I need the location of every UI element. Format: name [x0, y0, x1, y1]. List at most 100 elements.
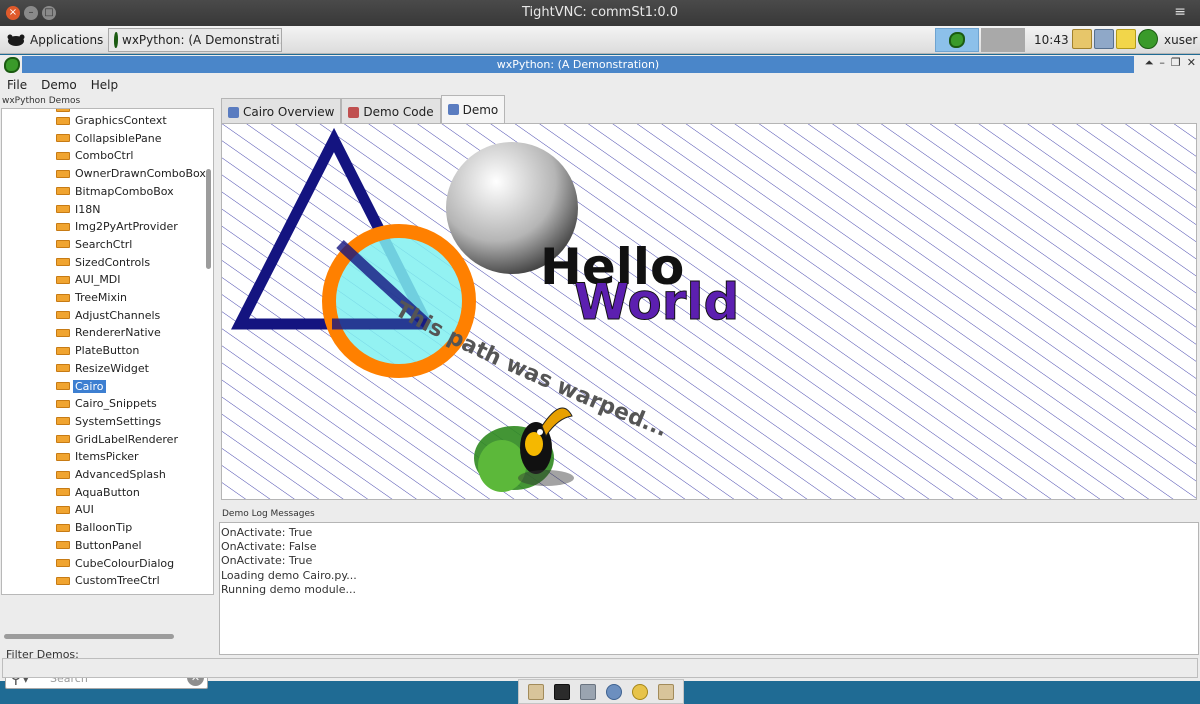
new-badge-icon	[56, 452, 70, 461]
show-desktop-icon[interactable]	[528, 683, 544, 700]
log-line: OnActivate: True	[221, 554, 313, 568]
tree-horizontal-scrollbar[interactable]	[4, 634, 174, 639]
tree-item-label: AUI_MDI	[75, 273, 121, 287]
tab-label: Demo Code	[363, 105, 434, 119]
folder-icon[interactable]	[658, 683, 674, 700]
app-titlebar: wxPython: (A Demonstration) ⏶ – ❐ ✕	[0, 55, 1200, 74]
new-badge-icon	[56, 293, 70, 302]
web-browser-icon[interactable]	[606, 683, 622, 700]
demo-notebook: Cairo Overview Demo Code Demo Hello Worl…	[219, 95, 1199, 501]
workspace-2[interactable]	[981, 28, 1025, 52]
tree-item-label: AUI	[75, 503, 94, 517]
wxpython-tray-icon[interactable]	[1138, 29, 1158, 49]
tree-item[interactable]: ResizeWidget	[56, 360, 151, 377]
tree-item[interactable]: CollapsiblePane	[56, 130, 163, 147]
tree-item[interactable]: CustomTreeCtrl	[56, 572, 162, 589]
tab-demo-code[interactable]: Demo Code	[341, 98, 441, 125]
new-badge-icon	[56, 488, 70, 497]
clipboard-icon[interactable]	[1072, 29, 1092, 49]
log-caption: Demo Log Messages	[222, 509, 315, 519]
tree-item[interactable]: I18N	[56, 201, 102, 218]
tree-item[interactable]: RendererNative	[56, 324, 163, 341]
tree-item[interactable]: AdjustChannels	[56, 307, 162, 324]
tree-item-label: Img2PyArtProvider	[75, 220, 178, 234]
vnc-title: TightVNC: commSt1:0.0	[521, 5, 679, 20]
tree-item[interactable]: AdvancedSplash	[56, 466, 168, 483]
new-badge-icon	[56, 258, 70, 267]
log-pane: Demo Log Messages OnActivate: True OnActi…	[219, 507, 1199, 655]
demo-tree[interactable]: GraphicsContext CollapsiblePane ComboCtrl O…	[1, 108, 214, 595]
vnc-menu-icon[interactable]: ≡	[1174, 4, 1186, 20]
tree-item[interactable]: PlateButton	[56, 342, 141, 359]
mail-icon[interactable]	[1116, 29, 1136, 49]
log-line: OnActivate: True	[221, 526, 313, 539]
tree-item-label: RendererNative	[75, 326, 161, 340]
new-badge-icon	[56, 311, 70, 320]
tree-vertical-scrollbar[interactable]	[206, 169, 211, 269]
log-line: OnActivate: False	[221, 540, 317, 554]
tree-item[interactable]: ComboCtrl	[56, 147, 135, 164]
tree-item[interactable]: BitmapComboBox	[56, 183, 176, 200]
tree-item-label: ResizeWidget	[75, 361, 149, 375]
new-badge-icon	[56, 109, 70, 112]
vnc-titlebar: × – □ TightVNC: commSt1:0.0 ≡	[0, 0, 1200, 26]
tree-item[interactable]: Img2PyArtProvider	[56, 218, 180, 235]
tree-item[interactable]: SearchCtrl	[56, 236, 134, 253]
tree-item[interactable]: SizedControls	[56, 254, 152, 271]
new-badge-icon	[56, 134, 70, 143]
new-badge-icon	[56, 417, 70, 426]
tree-item[interactable]: CubeColourDialog	[56, 555, 176, 572]
menu-bar: File Demo Help	[0, 75, 1200, 95]
wxpython-icon	[949, 32, 965, 48]
close-button[interactable]: ✕	[1187, 56, 1196, 70]
terminal-icon[interactable]	[554, 683, 570, 700]
tab-demo[interactable]: Demo	[440, 95, 506, 123]
tree-item[interactable]: SystemSettings	[56, 413, 163, 430]
tree-item[interactable]: AUI	[56, 501, 96, 518]
menu-file[interactable]: File	[7, 78, 27, 92]
tree-item[interactable]: ItemsPicker	[56, 448, 141, 465]
tree-item-label: BalloonTip	[75, 521, 133, 535]
tree-item[interactable]: AquaButton	[56, 484, 142, 501]
tree-item[interactable]: ButtonPanel	[56, 537, 144, 554]
tab-cairo-overview[interactable]: Cairo Overview	[221, 98, 342, 125]
network-icon[interactable]	[1094, 29, 1114, 49]
log-textarea[interactable]: OnActivate: True OnActivate: False OnActiv…	[219, 522, 1199, 655]
user-name[interactable]: xuser	[1164, 33, 1197, 47]
tree-item[interactable]: AUI_MDI	[56, 271, 123, 288]
minimize-button[interactable]: –	[1159, 56, 1165, 70]
menu-help[interactable]: Help	[91, 78, 118, 92]
file-manager-icon[interactable]	[580, 683, 596, 700]
app-window: wxPython: (A Demonstration) ⏶ – ❐ ✕ File…	[0, 55, 1200, 689]
clock[interactable]: 10:43	[1034, 33, 1069, 47]
applications-menu[interactable]: Applications	[6, 29, 103, 51]
new-badge-icon	[56, 399, 70, 408]
info-icon	[228, 106, 239, 118]
tree-item[interactable]: GraphicsContext	[56, 112, 169, 129]
tree-item-label: SystemSettings	[75, 414, 162, 428]
tree-item[interactable]: OwnerDrawnComboBox	[56, 165, 208, 182]
tree-caption: wxPython Demos	[2, 96, 81, 106]
tree-item[interactable]: BalloonTip	[56, 519, 134, 536]
menu-demo[interactable]: Demo	[41, 78, 77, 92]
status-bar	[2, 658, 1198, 678]
workspace-1[interactable]	[935, 28, 979, 52]
new-badge-icon	[56, 116, 70, 125]
tree-item-label: I18N	[75, 202, 101, 216]
tree-item[interactable]: GridLabelRenderer	[56, 431, 180, 448]
tree-item-label: GraphicsContext	[75, 114, 167, 127]
tree-item-label: SearchCtrl	[75, 237, 133, 251]
tree-item-label: CustomTreeCtrl	[75, 574, 160, 588]
restore-button[interactable]: ❐	[1171, 56, 1181, 70]
bottom-dock	[518, 679, 684, 704]
shade-button[interactable]: ⏶	[1145, 56, 1154, 70]
cairo-canvas[interactable]: Hello World This path was warped...	[221, 123, 1197, 500]
taskbar-item-wxpython[interactable]: wxPython: (A Demonstrati...	[108, 28, 282, 52]
search-app-icon[interactable]	[632, 683, 648, 700]
tree-item[interactable]: TreeMixin	[56, 289, 129, 306]
new-badge-icon	[56, 364, 70, 373]
tree-item[interactable]: Cairo	[56, 378, 106, 395]
tree-item-label: Cairo_Snippets	[75, 397, 157, 411]
tree-item[interactable]: Cairo_Snippets	[56, 395, 159, 412]
new-badge-icon	[56, 187, 70, 196]
